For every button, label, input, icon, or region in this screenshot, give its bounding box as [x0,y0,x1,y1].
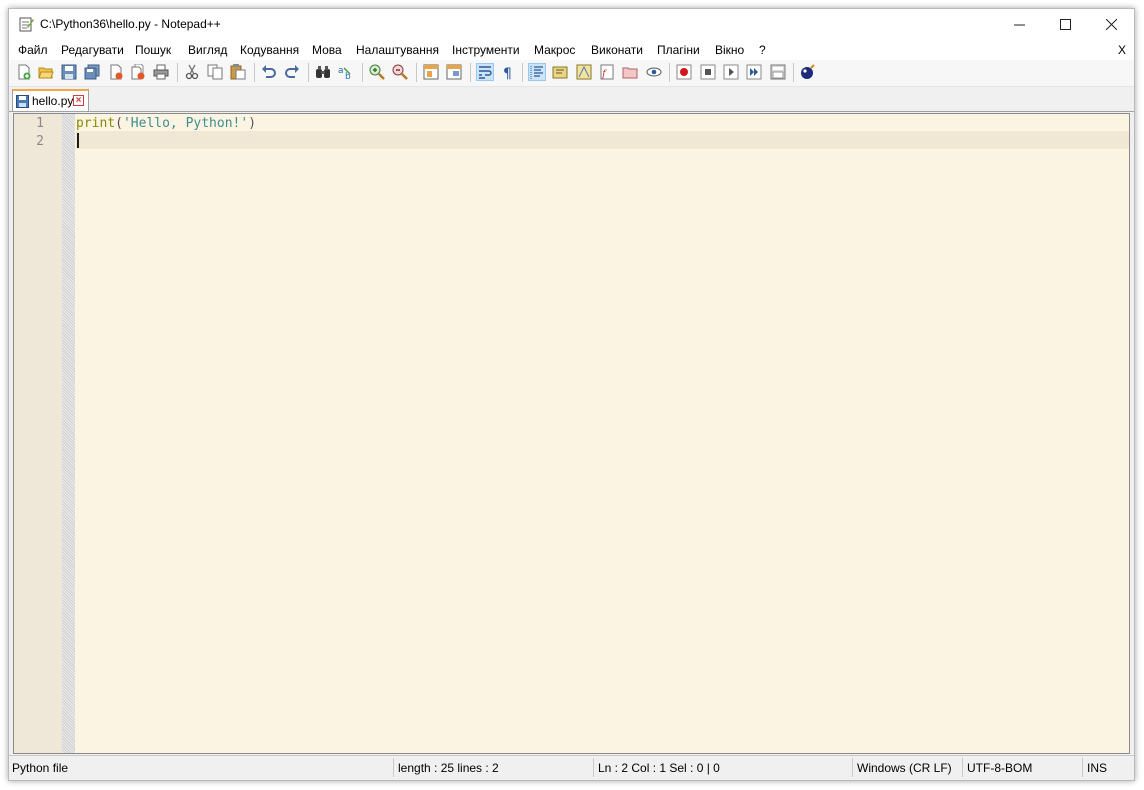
keyword-token: print [76,116,116,131]
paste-icon[interactable] [230,64,246,80]
new-file-icon[interactable] [16,64,32,80]
status-filetype: Python file [12,761,69,775]
status-bar: Python file length : 25 lines : 2 Ln : 2… [9,755,1134,780]
close-document-button[interactable]: X [1118,43,1126,57]
menu-language[interactable]: Мова [312,43,342,57]
close-all-icon[interactable] [130,64,146,80]
menu-settings[interactable]: Налаштування [356,43,439,57]
status-encoding: UTF-8-BOM [967,761,1033,775]
toolbar-separator [793,63,794,82]
status-separator [393,758,394,777]
line-number: 1 [36,116,44,131]
close-window-button[interactable] [1088,9,1134,40]
run-icon[interactable] [800,64,816,80]
menu-file[interactable]: Файл [18,43,48,57]
menu-search[interactable]: Пошук [135,43,171,57]
record-macro-icon[interactable] [676,64,692,80]
menu-encoding[interactable]: Кодування [240,43,299,57]
svg-text:a: a [338,66,344,76]
toolbar-separator [308,63,309,82]
paren-token: ( [115,116,123,131]
status-separator [962,758,963,777]
menu-window[interactable]: Вікно [715,43,744,57]
minimize-button[interactable] [996,9,1042,40]
notepad-plus-plus-icon [19,17,34,32]
line-number: 2 [36,134,44,149]
paren-token: ) [248,116,257,131]
line-number-gutter: 1 2 [14,114,62,753]
toolbar-separator [416,63,417,82]
string-token: 'Hello, Python!' [122,116,249,131]
run-macro-multiple-icon[interactable] [746,64,762,80]
save-all-icon[interactable] [84,64,100,80]
word-wrap-icon[interactable] [476,63,494,81]
tab-label: hello.py [32,94,74,108]
code-editor[interactable]: 1 2 print('Hello, Python!') [13,113,1130,754]
monitoring-icon[interactable] [646,64,662,80]
code-line-1[interactable]: print('Hello, Python!') [76,116,256,131]
current-line-highlight [76,131,1129,149]
undo-icon[interactable] [261,64,277,80]
folder-workspace-icon[interactable] [622,64,638,80]
stop-macro-icon[interactable] [700,64,716,80]
menu-run[interactable]: Виконати [591,43,643,57]
cut-icon[interactable] [184,64,200,80]
show-all-chars-icon[interactable]: ¶ [500,64,516,80]
app-window: C:\Python36\hello.py - Notepad++ Файл Ре… [8,8,1135,781]
menu-macro[interactable]: Макрос [534,43,575,57]
toolbar-separator [362,63,363,82]
sync-vertical-icon[interactable] [423,64,439,80]
play-macro-icon[interactable] [723,64,739,80]
open-file-icon[interactable] [38,64,54,80]
toolbar: ab ¶ f [9,60,1134,87]
status-insert-mode: INS [1087,761,1108,775]
saved-file-icon [16,95,29,108]
redo-icon[interactable] [284,64,300,80]
status-eol: Windows (CR LF) [857,761,952,775]
save-macro-icon[interactable] [770,64,786,80]
zoom-in-icon[interactable] [369,64,385,80]
text-caret [77,133,79,148]
close-file-icon[interactable] [108,64,124,80]
svg-text:¶: ¶ [503,66,512,80]
copy-icon[interactable] [207,64,223,80]
menu-view[interactable]: Вигляд [188,43,227,57]
replace-icon[interactable]: ab [338,64,354,80]
print-icon[interactable] [153,64,169,80]
minimize-icon [1013,24,1025,26]
menu-plugins[interactable]: Плагіни [657,43,700,57]
menu-edit[interactable]: Редагувати [61,43,124,57]
status-separator [1082,758,1083,777]
find-icon[interactable] [315,64,331,80]
fold-margin[interactable] [62,114,75,753]
zoom-out-icon[interactable] [392,64,408,80]
save-icon[interactable] [61,64,77,80]
status-separator [593,758,594,777]
toolbar-separator [669,63,670,82]
status-separator [852,758,853,777]
indent-guide-icon[interactable] [528,63,546,81]
title-bar: C:\Python36\hello.py - Notepad++ [9,9,1134,40]
maximize-icon [1059,19,1071,30]
function-list-icon[interactable]: f [599,64,615,80]
status-position: Ln : 2 Col : 1 Sel : 0 | 0 [598,761,720,775]
menu-help[interactable]: ? [759,43,766,57]
toolbar-separator [177,63,178,82]
doc-map-icon[interactable] [576,64,592,80]
window-title: C:\Python36\hello.py - Notepad++ [40,17,221,31]
menu-tools[interactable]: Інструменти [452,43,520,57]
tab-close-button[interactable]: × [73,95,84,106]
close-icon [1105,19,1117,30]
sync-horizontal-icon[interactable] [446,64,462,80]
tab-bar: hello.py × [9,87,1134,112]
toolbar-separator [470,63,471,82]
toolbar-separator [522,63,523,82]
close-icon: × [75,95,82,106]
user-lang-icon[interactable] [552,64,568,80]
maximize-button[interactable] [1042,9,1088,40]
toolbar-separator [254,63,255,82]
menu-bar: Файл Редагувати Пошук Вигляд Кодування М… [9,40,1134,60]
status-length-lines: length : 25 lines : 2 [398,761,499,775]
tab-hello-py[interactable]: hello.py × [12,89,89,111]
